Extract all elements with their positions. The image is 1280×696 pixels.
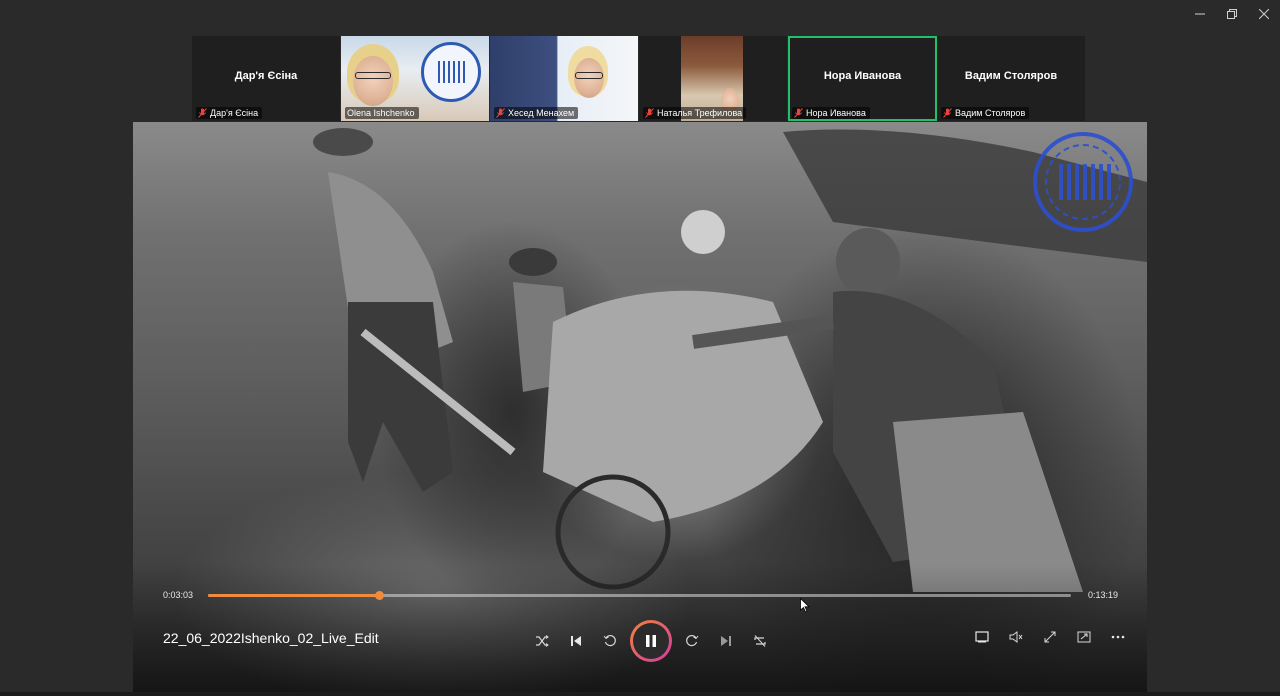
- participant-tag-label: Хесед Менахем: [508, 108, 575, 118]
- seek-progress: [208, 594, 379, 597]
- participant-name: Вадим Столяров: [964, 70, 1058, 82]
- organization-logo: [421, 42, 481, 102]
- participant-name-tag: Нора Иванова: [792, 107, 870, 119]
- mic-off-icon: [198, 108, 207, 118]
- participant-tile[interactable]: Дар'я Єсіна Дар'я Єсіна: [192, 36, 341, 121]
- video-title: 22_06_2022Ishenko_02_Live_Edit: [163, 630, 379, 646]
- mic-off-icon: [645, 108, 654, 118]
- fullscreen-icon[interactable]: [1033, 620, 1067, 654]
- participant-tile[interactable]: Наталья Трефилова: [639, 36, 788, 121]
- window-controls: [1184, 0, 1280, 28]
- participant-tag-label: Вадим Столяров: [955, 108, 1026, 118]
- next-icon[interactable]: [709, 624, 743, 658]
- mouse-cursor-icon: [800, 598, 810, 613]
- participant-name: Дар'я Єсіна: [234, 70, 298, 82]
- repeat-off-icon[interactable]: [743, 624, 777, 658]
- volume-icon[interactable]: [999, 620, 1033, 654]
- restore-icon[interactable]: [1216, 0, 1248, 28]
- player-right-controls: [965, 620, 1135, 654]
- participant-name-tag: Olena Ishchenko: [345, 107, 419, 119]
- participant-name-tag: Дар'я Єсіна: [196, 107, 263, 119]
- cast-icon[interactable]: [1067, 620, 1101, 654]
- seal-watermark: [1033, 132, 1133, 232]
- mic-off-icon: [794, 108, 803, 118]
- participant-name: Нора Иванова: [823, 70, 902, 82]
- forward-30-icon[interactable]: [675, 624, 709, 658]
- shuffle-icon[interactable]: [525, 624, 559, 658]
- time-total: 0:13:19: [1088, 590, 1119, 600]
- time-elapsed: 0:03:03: [163, 590, 194, 600]
- participant-tile[interactable]: Вадим Столяров Вадим Столяров: [937, 36, 1086, 121]
- seek-thumb[interactable]: [374, 591, 384, 600]
- rewind-10-icon[interactable]: [593, 624, 627, 658]
- seek-bar[interactable]: [208, 591, 1071, 600]
- previous-icon[interactable]: [559, 624, 593, 658]
- participant-tag-label: Наталья Трефилова: [657, 108, 743, 118]
- participant-name-tag: Наталья Трефилова: [643, 107, 747, 119]
- participant-tile-active-speaker[interactable]: Нора Иванова Нора Иванова: [788, 36, 937, 121]
- participant-tile[interactable]: Olena Ishchenko: [341, 36, 490, 121]
- participant-tag-label: Нора Иванова: [806, 108, 866, 118]
- participant-tile[interactable]: Хесед Менахем: [490, 36, 639, 121]
- mic-off-icon: [496, 108, 505, 118]
- close-icon[interactable]: [1248, 0, 1280, 28]
- mic-off-icon: [943, 108, 952, 118]
- participant-name-tag: Хесед Менахем: [494, 107, 579, 119]
- playback-controls: [525, 620, 777, 662]
- participant-tag-label: Olena Ishchenko: [347, 108, 415, 118]
- miniplayer-icon[interactable]: [965, 620, 999, 654]
- pause-icon: [646, 635, 656, 647]
- minimize-icon[interactable]: [1184, 0, 1216, 28]
- participant-name-tag: Вадим Столяров: [941, 107, 1030, 119]
- pause-button[interactable]: [630, 620, 672, 662]
- participant-strip: Дар'я Єсіна Дар'я Єсіна Olena Ishchenko …: [192, 36, 1088, 121]
- participant-tag-label: Дар'я Єсіна: [210, 108, 259, 118]
- more-icon[interactable]: [1101, 620, 1135, 654]
- shared-video[interactable]: 0:03:03 0:13:19 22_06_2022Ishenko_02_Liv…: [133, 122, 1147, 694]
